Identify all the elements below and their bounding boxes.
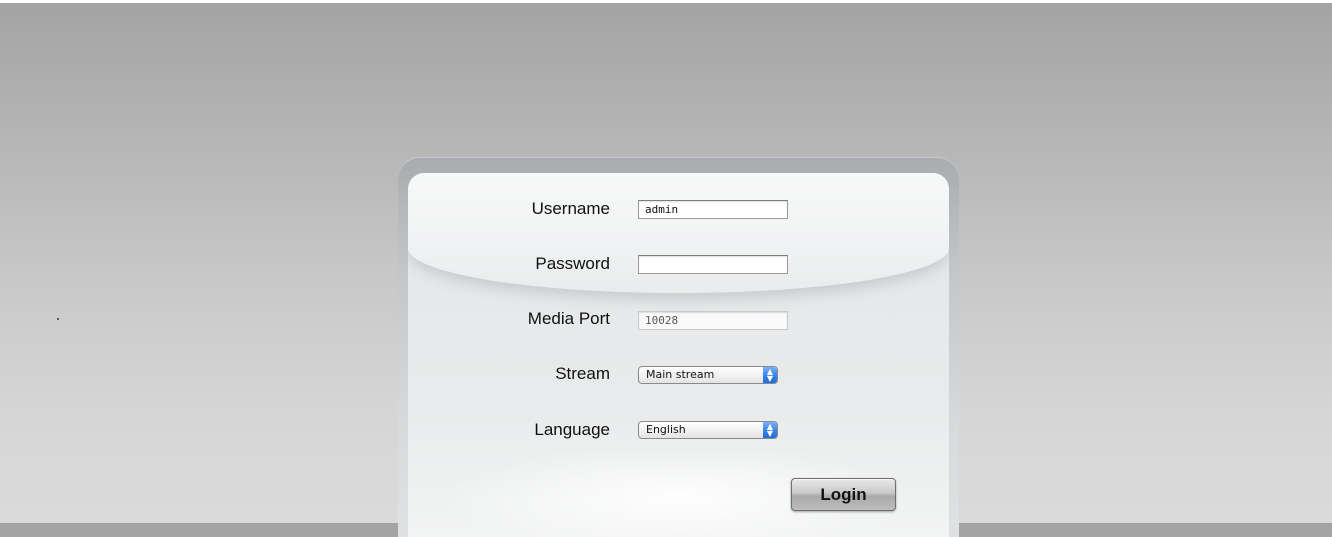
stream-label: Stream [555,364,610,383]
password-input[interactable] [638,255,788,274]
language-select[interactable]: English ▲ ▼ [638,421,778,439]
stream-select-value: Main stream [646,368,715,381]
up-down-arrows-icon: ▲ ▼ [763,367,777,383]
top-edge-strip [0,0,1332,3]
media-port-input[interactable] [638,311,788,330]
language-label: Language [534,420,610,439]
username-label: Username [531,199,610,218]
username-input[interactable] [638,200,788,219]
stray-dot [57,318,59,320]
panel-gloss-highlight [408,173,949,293]
stream-select[interactable]: Main stream ▲ ▼ [638,366,778,384]
language-select-value: English [646,423,686,436]
password-label: Password [535,254,610,273]
up-down-arrows-icon: ▲ ▼ [763,422,777,438]
media-port-label: Media Port [527,309,610,328]
login-button[interactable]: Login [791,478,896,511]
